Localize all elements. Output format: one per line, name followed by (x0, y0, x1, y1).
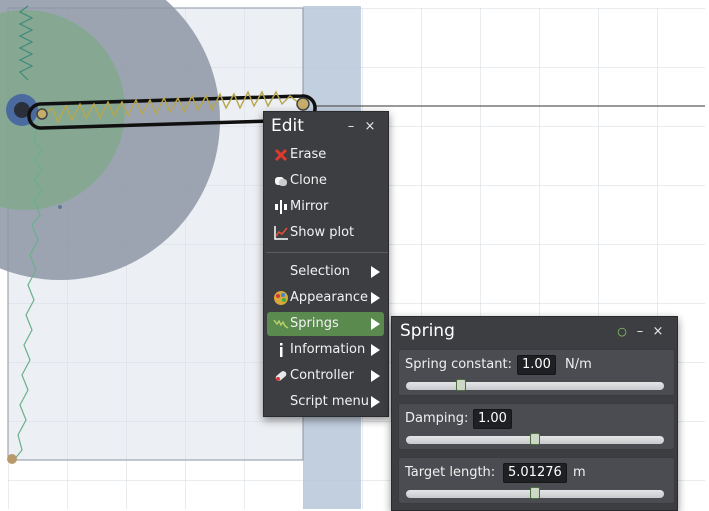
target-length-value[interactable]: 5.01276 (503, 463, 567, 483)
menu-item-script-menu[interactable]: Script menu (267, 390, 384, 414)
damping-label: Damping: (405, 411, 469, 426)
submenu-arrow-icon (371, 292, 380, 304)
clone-icon (275, 177, 287, 186)
spring-panel-title: Spring (400, 321, 455, 341)
damping-group: Damping: 1.00 (398, 403, 675, 450)
damping-value[interactable]: 1.00 (473, 409, 512, 429)
submenu-arrow-icon (371, 396, 380, 408)
target-length-label: Target length: (405, 465, 496, 480)
target-length-slider[interactable] (406, 487, 664, 499)
palette-icon (274, 291, 288, 305)
spring-icon (273, 319, 289, 329)
slider-knob[interactable] (530, 487, 540, 499)
minimize-button[interactable]: – (344, 117, 358, 137)
menu-item-label: Appearance (290, 290, 369, 305)
info-icon (280, 343, 283, 357)
spring-constant-slider[interactable] (406, 379, 664, 391)
edit-menu-title: Edit (271, 116, 304, 136)
menu-item-label: Selection (290, 264, 350, 279)
controller-icon (275, 371, 287, 381)
slider-knob[interactable] (530, 433, 540, 445)
menu-item-label: Information (290, 342, 366, 357)
menu-separator (266, 252, 388, 253)
menu-item-controller[interactable]: Controller (267, 364, 384, 388)
submenu-arrow-icon (371, 318, 380, 330)
pin-button[interactable]: ○ (615, 322, 629, 342)
menu-item-label: Show plot (290, 225, 355, 240)
damping-slider[interactable] (406, 433, 664, 445)
spring-end-left (36, 108, 48, 120)
menu-item-springs[interactable]: Springs (267, 312, 384, 336)
erase-x-icon (274, 148, 288, 162)
menu-item-label: Clone (290, 173, 327, 188)
spring-end-right (296, 97, 310, 111)
slider-knob[interactable] (456, 379, 466, 391)
close-button[interactable]: × (651, 322, 665, 342)
plot-icon (274, 226, 288, 240)
menu-item-show-plot[interactable]: Show plot (267, 221, 384, 245)
submenu-arrow-icon (371, 344, 380, 356)
submenu-arrow-icon (371, 370, 380, 382)
mirror-icon (275, 200, 287, 214)
menu-item-appearance[interactable]: Appearance (267, 286, 384, 310)
submenu-arrow-icon (371, 266, 380, 278)
spring-constant-label: Spring constant: (405, 357, 512, 372)
menu-item-selection[interactable]: Selection (267, 260, 384, 284)
menu-item-mirror[interactable]: Mirror (267, 195, 384, 219)
menu-item-information[interactable]: Information (267, 338, 384, 362)
menu-item-clone[interactable]: Clone (267, 169, 384, 193)
minimize-button[interactable]: – (633, 322, 647, 342)
menu-item-erase[interactable]: Erase (267, 143, 384, 167)
menu-item-label: Springs (290, 316, 339, 331)
target-length-unit: m (573, 465, 586, 480)
menu-item-label: Mirror (290, 199, 329, 214)
spring-constant-group: Spring constant: 1.00 N/m (398, 349, 675, 396)
menu-item-label: Controller (290, 368, 354, 383)
menu-item-label: Script menu (290, 394, 369, 409)
spring-panel: Spring ○ – × Spring constant: 1.00 N/m D… (391, 316, 678, 511)
edit-menu: Edit – × Erase Clone Mirror Show plot Se… (263, 111, 389, 417)
spring-constant-value[interactable]: 1.00 (517, 355, 556, 375)
target-length-group: Target length: 5.01276 m (398, 457, 675, 504)
menu-item-label: Erase (290, 147, 327, 162)
spring-constant-unit: N/m (565, 357, 592, 372)
close-button[interactable]: × (363, 117, 377, 137)
